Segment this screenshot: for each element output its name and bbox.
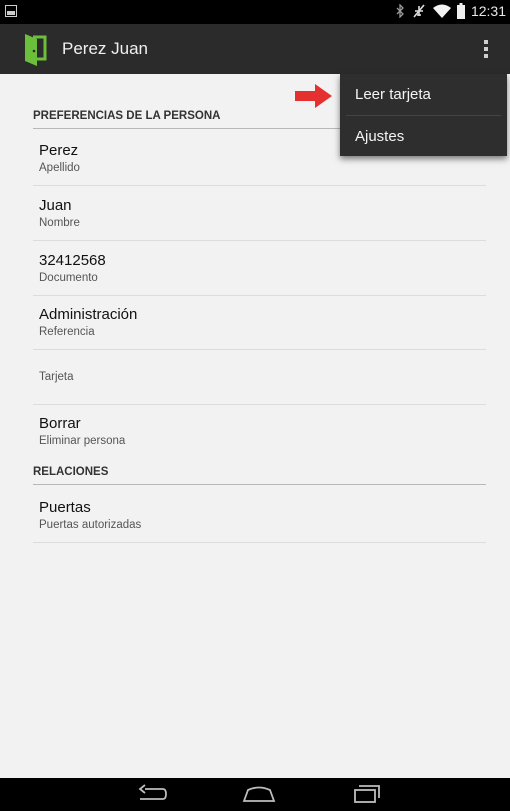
item-secondary: Documento: [39, 272, 98, 284]
navigation-bar: [0, 778, 510, 811]
item-secondary: Apellido: [39, 162, 80, 174]
recents-icon[interactable]: [352, 784, 382, 804]
menu-item-label: Leer tarjeta: [355, 86, 431, 103]
door-icon[interactable]: [23, 33, 47, 67]
status-bar: 12:31: [0, 0, 510, 24]
gallery-icon: [5, 5, 17, 17]
bluetooth-icon: [396, 4, 404, 18]
list-item-tarjeta[interactable]: Tarjeta: [33, 349, 486, 405]
list-item-puertas[interactable]: Puertas Puertas autorizadas: [33, 487, 486, 543]
item-primary: Administración: [39, 306, 138, 323]
preferences-list: PREFERENCIAS DE LA PERSONA Perez Apellid…: [0, 74, 510, 778]
menu-item-ajustes[interactable]: Ajustes: [340, 116, 507, 156]
item-primary: Borrar: [39, 415, 81, 432]
item-secondary: Eliminar persona: [39, 435, 126, 447]
overflow-menu-icon[interactable]: [476, 38, 496, 62]
item-primary: 32412568: [39, 252, 106, 269]
airplane-icon: [413, 4, 425, 18]
list-item-borrar[interactable]: Borrar Eliminar persona: [33, 404, 486, 458]
wifi-icon: [432, 4, 451, 18]
list-item-nombre[interactable]: Juan Nombre: [33, 185, 486, 241]
battery-icon: [456, 3, 465, 19]
pointer-arrow-icon: [295, 84, 332, 108]
item-primary: Juan: [39, 197, 72, 214]
overflow-menu: Leer tarjeta Ajustes: [340, 74, 507, 156]
item-primary: Perez: [39, 142, 79, 159]
item-secondary: Referencia: [39, 326, 95, 338]
menu-item-leer-tarjeta[interactable]: Leer tarjeta: [340, 74, 507, 114]
menu-item-label: Ajustes: [355, 128, 405, 145]
item-secondary: Tarjeta: [39, 371, 74, 383]
action-bar: Perez Juan: [0, 24, 510, 74]
back-icon[interactable]: [137, 784, 167, 804]
home-icon[interactable]: [242, 784, 276, 804]
item-secondary: Puertas autorizadas: [39, 519, 142, 531]
item-secondary: Nombre: [39, 217, 80, 229]
item-primary: Puertas: [39, 499, 91, 516]
list-item-referencia[interactable]: Administración Referencia: [33, 295, 486, 350]
page-title: Perez Juan: [62, 39, 148, 58]
section-header-relations: RELACIONES: [33, 466, 486, 485]
clock: 12:31: [470, 3, 506, 19]
list-item-documento[interactable]: 32412568 Documento: [33, 240, 486, 296]
